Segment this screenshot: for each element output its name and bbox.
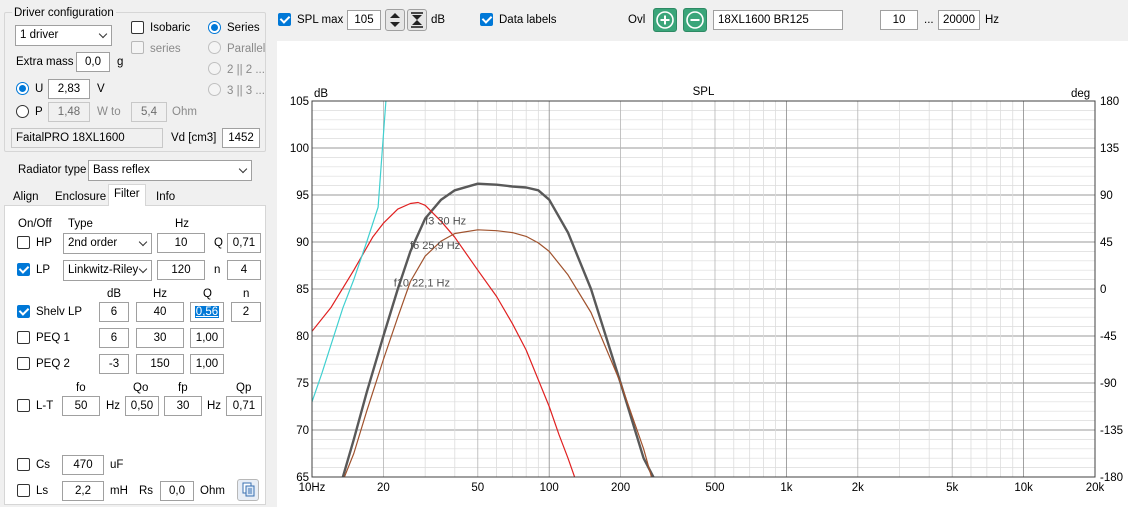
y-tick-label-left: 105 [290,96,309,108]
x-tick-label: 2k [852,482,864,494]
y-tick-label-right: 135 [1100,143,1119,155]
x-tick-label: 5k [946,482,958,494]
x-tick-label: 200 [611,482,630,494]
y-tick-label-right: 0 [1100,284,1106,296]
y-tick-label-left: 100 [290,143,309,155]
y-tick-label-left: 75 [296,378,309,390]
y-axis-label-right: deg [1071,88,1090,100]
y-tick-label-left: 70 [296,425,309,437]
x-tick-label: 20 [377,482,390,494]
data-label: f10 22,1 Hz [394,277,450,289]
spl-curve-3 [343,229,653,477]
x-tick-label: 100 [540,482,559,494]
y-tick-label-right: -90 [1100,378,1117,390]
x-tick-label: 50 [471,482,484,494]
x-tick-label: 500 [705,482,724,494]
y-tick-label-left: 85 [296,284,309,296]
y-tick-label-right: -180 [1100,472,1123,484]
x-tick-label: 10k [1014,482,1033,494]
y-tick-label-right: 90 [1100,190,1113,202]
x-tick-label: 1k [780,482,792,494]
y-tick-label-left: 80 [296,331,309,343]
y-tick-label-right: 45 [1100,237,1113,249]
y-tick-label-right: -45 [1100,331,1117,343]
data-label: f6 25,9 Hz [410,240,460,252]
y-tick-label-right: 180 [1100,96,1119,108]
spl-curve-1 [341,182,655,477]
y-tick-label-left: 90 [296,237,309,249]
y-tick-label-right: -135 [1100,425,1123,437]
spl-chart: 10Hz 20 50 100 200 500 1k 2k 5k 10k 20k10510095908… [290,86,1123,494]
y-tick-label-left: 65 [296,472,309,484]
y-axis-label-left: dB [314,88,328,100]
data-label: f3 30 Hz [425,215,466,227]
chart-title: SPL [693,86,715,98]
y-tick-label-left: 95 [296,190,309,202]
